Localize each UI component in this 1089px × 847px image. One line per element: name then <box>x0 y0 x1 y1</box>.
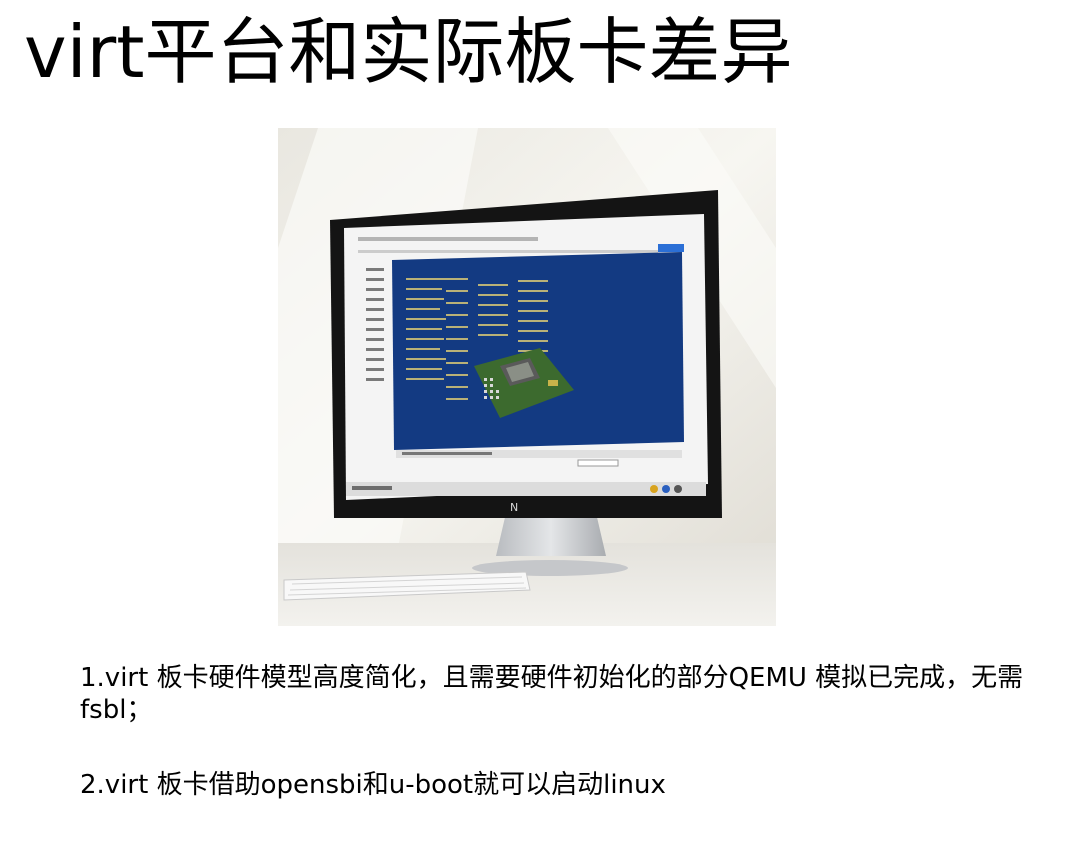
slide-title: virt平台和实际板卡差异 <box>24 10 793 94</box>
monitor-stand <box>496 513 606 556</box>
bullet-list: 1.virt 板卡硬件模型高度简化，且需要硬件初始化的部分QEMU 模拟已完成，… <box>80 662 1080 801</box>
monitor-logo: N <box>510 501 518 514</box>
bullet-item: 2.virt 板卡借助opensbi和u-boot就可以启动linux <box>80 770 666 800</box>
bullet-item: 1.virt 板卡硬件模型高度简化，且需要硬件初始化的部分QEMU 模拟已完成，… <box>80 663 1024 725</box>
monitor-photo: N <box>278 128 776 626</box>
